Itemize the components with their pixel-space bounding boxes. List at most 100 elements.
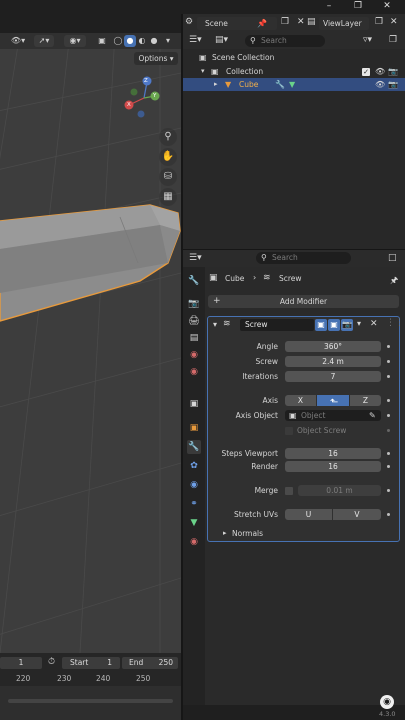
stretch-u-button[interactable]: U xyxy=(285,509,332,520)
angle-field[interactable]: 360° xyxy=(285,341,381,352)
particles-tab-icon[interactable]: ✿ xyxy=(187,459,201,473)
chevron-down-icon[interactable]: ▾ xyxy=(213,320,217,329)
keyframe-dot[interactable] xyxy=(387,429,390,432)
filter-icon[interactable]: ▿▾ xyxy=(363,35,372,45)
shading-options-icon[interactable]: ▾ xyxy=(163,35,173,47)
remove-modifier-icon[interactable]: ✕ xyxy=(370,319,378,329)
object-tab-icon[interactable]: ▣ xyxy=(187,421,201,435)
chevron-right-icon[interactable]: ▸ xyxy=(214,78,218,91)
xray-icon[interactable]: ▣ xyxy=(96,35,108,47)
perspective-grid-icon[interactable]: ▦ xyxy=(159,188,177,206)
output-tab-icon[interactable]: 🖨 xyxy=(187,314,201,328)
keyframe-dot[interactable] xyxy=(387,399,390,402)
new-viewlayer-icon[interactable]: ❐ xyxy=(375,17,383,27)
merge-distance-field[interactable]: 0.01 m xyxy=(298,485,381,496)
outliner-row-collection[interactable]: ▾ ▣ Collection ✓ 👁 📷 xyxy=(183,65,405,78)
editor-type-icon[interactable]: ☰▾ xyxy=(189,35,202,45)
outliner-search-input[interactable]: ⚲ Search xyxy=(245,35,325,47)
mesh-data-icon[interactable]: ▼ xyxy=(289,78,295,91)
world-tab-icon[interactable]: ◉ xyxy=(187,365,201,379)
gizmo-toggle-icon[interactable]: ➚▾ xyxy=(34,35,54,47)
physics-tab-icon[interactable]: ◉ xyxy=(187,478,201,492)
eyedropper-icon[interactable]: ✎ xyxy=(369,410,376,421)
view-object-types-icon[interactable]: 👁▾ xyxy=(10,35,26,47)
3d-viewport[interactable] xyxy=(0,33,181,653)
modifier-wrench-icon[interactable]: 🔧 xyxy=(275,78,285,91)
viewport-toggle-icon[interactable]: ▣ xyxy=(328,319,340,331)
collection-tab-icon[interactable]: ▣ xyxy=(187,397,201,411)
keyframe-dot[interactable] xyxy=(387,452,390,455)
stretch-v-button[interactable]: V xyxy=(333,509,381,520)
minimize-icon[interactable]: – xyxy=(322,1,336,13)
wireframe-shading-icon[interactable]: ◯ xyxy=(112,35,124,47)
keyframe-dot[interactable] xyxy=(387,465,390,468)
camera-render-icon[interactable]: 📷 xyxy=(388,65,398,78)
view-layer-tab-icon[interactable]: ▤ xyxy=(187,331,201,345)
navigation-gizmo[interactable] xyxy=(120,74,164,124)
overlays-icon[interactable]: ◉▾ xyxy=(64,35,86,47)
eye-icon[interactable]: 👁 xyxy=(375,78,385,91)
render-toggle-icon[interactable]: 📷 xyxy=(341,319,353,331)
material-tab-icon[interactable]: ◉ xyxy=(187,535,201,549)
keyframe-dot[interactable] xyxy=(387,375,390,378)
stopwatch-icon[interactable]: ⏱ xyxy=(48,657,55,667)
properties-options-icon[interactable]: □ xyxy=(388,253,397,263)
add-modifier-button[interactable]: + Add Modifier xyxy=(208,295,399,308)
exclude-checkbox[interactable]: ✓ xyxy=(362,68,370,76)
normals-subpanel-header[interactable]: ▸ Normals xyxy=(208,526,399,541)
timeline-track[interactable] xyxy=(0,686,181,720)
close-window-icon[interactable]: ✕ xyxy=(380,1,394,13)
chevron-down-icon[interactable]: ▾ xyxy=(201,65,205,78)
outliner-row-cube[interactable]: ▸ ▼ Cube 🔧 ▼ 👁 📷 xyxy=(183,78,405,91)
object-screw-checkbox[interactable] xyxy=(285,427,293,435)
keyframe-dot[interactable] xyxy=(387,513,390,516)
edit-mode-toggle-icon[interactable]: ▣ xyxy=(315,319,327,331)
screw-field[interactable]: 2.4 m xyxy=(285,356,381,367)
timeline[interactable]: 1 ⏱ Start 1 End 250 220 230 240 250 xyxy=(0,653,181,720)
start-frame-field[interactable]: Start 1 xyxy=(62,657,120,669)
render-steps-field[interactable]: 16 xyxy=(285,461,381,472)
keyframe-dot[interactable] xyxy=(387,489,390,492)
end-frame-field[interactable]: End 250 xyxy=(122,657,178,669)
render-tab-icon[interactable]: 📷 xyxy=(187,297,201,311)
delete-viewlayer-icon[interactable]: ✕ xyxy=(390,17,398,27)
current-frame-field[interactable]: 1 xyxy=(0,657,42,669)
eye-icon[interactable]: 👁 xyxy=(375,65,385,78)
material-shading-icon[interactable]: ◐ xyxy=(136,35,148,47)
data-tab-icon[interactable]: ▼ xyxy=(187,516,201,530)
properties-search-input[interactable]: ⚲ Search xyxy=(256,252,351,264)
modifier-tab-icon[interactable]: 🔧 xyxy=(187,440,201,454)
scene-selector[interactable]: Scene 📌 xyxy=(197,17,277,30)
keyframe-dot[interactable] xyxy=(387,414,390,417)
pan-hand-icon[interactable]: ✋ xyxy=(159,148,177,166)
viewlayer-selector[interactable]: ViewLayer xyxy=(319,17,369,30)
delete-scene-icon[interactable]: ✕ xyxy=(297,17,305,27)
zoom-icon[interactable]: ⚲ xyxy=(159,128,177,146)
iterations-field[interactable]: 7 xyxy=(285,371,381,382)
new-collection-icon[interactable]: ❐ xyxy=(389,35,397,45)
solid-shading-icon[interactable]: ● xyxy=(124,35,136,47)
cube-object[interactable] xyxy=(0,201,181,341)
dropdown-menu-icon[interactable]: ▾ xyxy=(357,319,361,328)
drag-handle-icon[interactable]: ⋮⋮ xyxy=(386,318,404,328)
outliner-row-scene-collection[interactable]: ▣ Scene Collection xyxy=(183,51,405,64)
keyframe-dot[interactable] xyxy=(387,360,390,363)
merge-checkbox[interactable] xyxy=(285,487,293,495)
maximize-icon[interactable]: ❐ xyxy=(351,1,365,13)
camera-render-icon[interactable]: 📷 xyxy=(388,78,398,91)
options-dropdown[interactable]: Options ▾ xyxy=(134,52,178,65)
editor-type-icon[interactable]: ☰▾ xyxy=(189,253,202,263)
tool-tab-icon[interactable]: 🔧 xyxy=(187,274,201,288)
rendered-shading-icon[interactable]: ● xyxy=(148,35,160,47)
constraints-tab-icon[interactable]: ⚭ xyxy=(187,497,201,511)
axis-x-button[interactable]: X xyxy=(285,395,316,406)
axis-object-field[interactable]: ▣ Object ✎ xyxy=(285,410,381,421)
pin-icon[interactable]: 🖈 xyxy=(390,273,398,289)
steps-viewport-field[interactable]: 16 xyxy=(285,448,381,459)
new-scene-icon[interactable]: ❐ xyxy=(281,17,289,27)
axis-z-button[interactable]: Z xyxy=(350,395,381,406)
scene-tab-icon[interactable]: ◉ xyxy=(187,348,201,362)
pin-icon[interactable]: 📌 xyxy=(257,17,267,30)
camera-view-icon[interactable]: ⛁ xyxy=(159,168,177,186)
modifier-name-field[interactable]: Screw xyxy=(240,319,314,331)
